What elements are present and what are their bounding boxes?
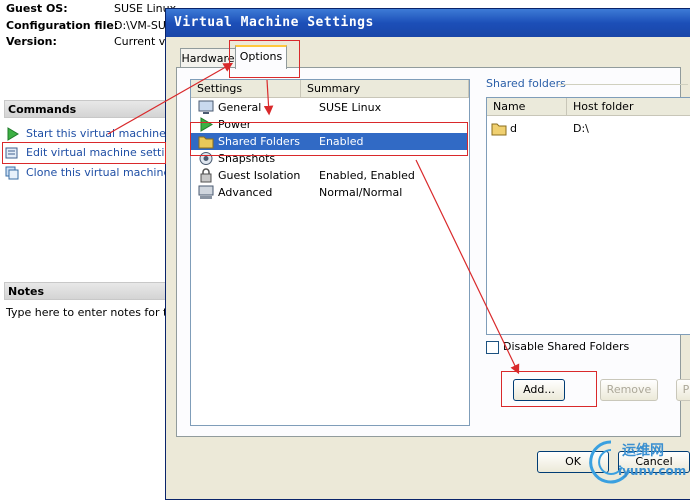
watermark-text-url: iyunv.com [618, 464, 687, 478]
arrow-to-add-button [415, 159, 520, 375]
watermark: 运维网 iyunv.com [588, 438, 688, 488]
watermark-text-cn: 运维网 [622, 443, 664, 459]
arrow-to-shared-folders [263, 79, 274, 116]
arrow-to-options-tab [107, 62, 234, 135]
tab-options[interactable]: Options [235, 45, 287, 69]
annotation-arrows [107, 62, 520, 375]
